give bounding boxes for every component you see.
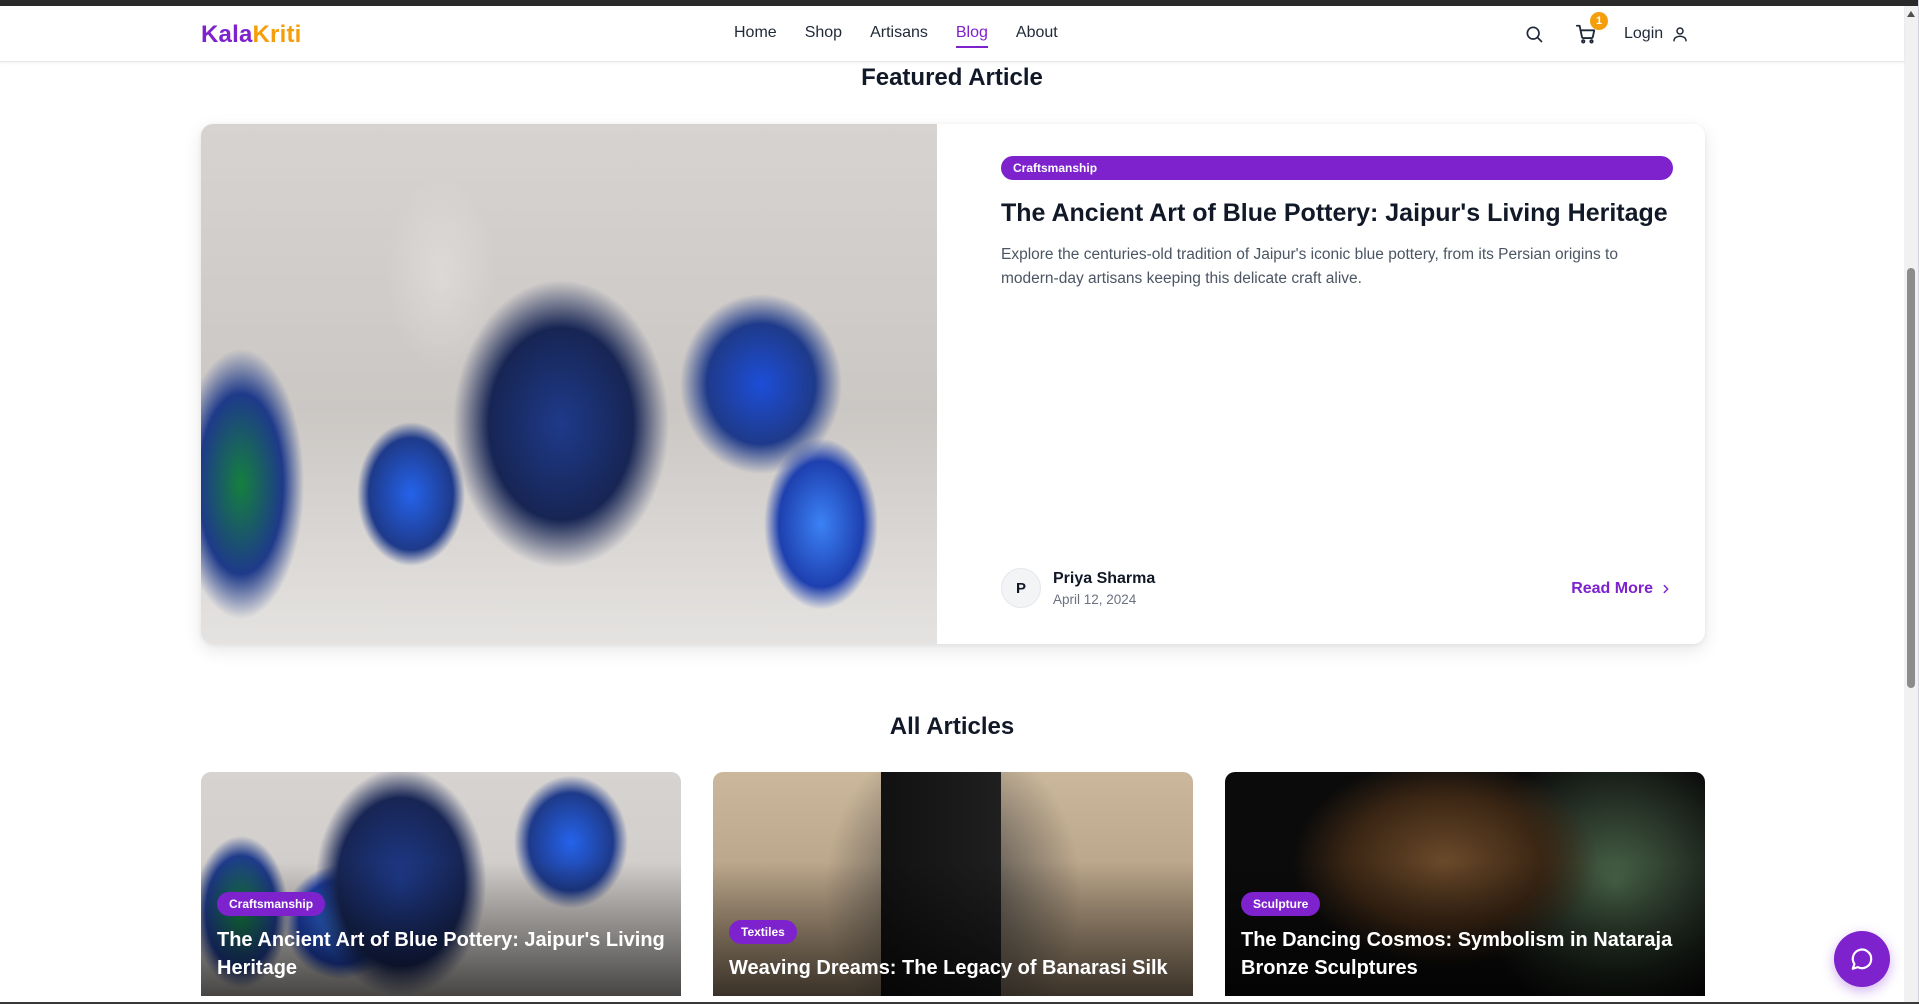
logo-part-kriti: Kriti xyxy=(252,21,302,48)
author-info: P Priya Sharma April 12, 2024 xyxy=(1001,568,1155,608)
article-card[interactable]: Sculpture The Dancing Cosmos: Symbolism … xyxy=(1225,772,1705,996)
category-badge: Sculpture xyxy=(1241,892,1321,916)
featured-article-image xyxy=(201,124,937,644)
chevron-up-icon xyxy=(1907,11,1915,17)
publish-date: April 12, 2024 xyxy=(1053,591,1137,607)
header-actions: 1 Login xyxy=(1520,12,1689,48)
avatar: P xyxy=(1001,568,1041,608)
chat-icon xyxy=(1851,948,1873,970)
author-name: Priya Sharma xyxy=(1053,569,1156,587)
logo-part-kala: Kala xyxy=(201,21,253,48)
category-badge: Craftsmanship xyxy=(217,892,326,916)
article-card-title: The Dancing Cosmos: Symbolism in Nataraj… xyxy=(1241,929,1673,979)
cart-button[interactable]: 1 xyxy=(1572,12,1608,48)
article-card-title: Weaving Dreams: The Legacy of Banarasi S… xyxy=(729,957,1168,979)
nav-blog[interactable]: Blog xyxy=(955,24,988,48)
site-header: KalaKriti Home Shop Artisans Blog About … xyxy=(0,6,1904,62)
page-scrollbar[interactable] xyxy=(1904,6,1918,1002)
chevron-right-icon xyxy=(1663,584,1669,594)
featured-section-title: Featured Article xyxy=(861,64,1043,91)
login-button[interactable]: Login xyxy=(1624,25,1689,43)
article-card-title: The Ancient Art of Blue Pottery: Jaipur'… xyxy=(217,929,665,979)
featured-article-title[interactable]: The Ancient Art of Blue Pottery: Jaipur'… xyxy=(1001,198,1673,229)
chat-button[interactable] xyxy=(1834,931,1890,987)
featured-article-description: Explore the centuries-old tradition of J… xyxy=(1001,246,1618,288)
nav-home[interactable]: Home xyxy=(734,24,777,42)
nav-shop[interactable]: Shop xyxy=(805,24,842,42)
nav-about[interactable]: About xyxy=(1016,24,1058,42)
category-badge: Craftsmanship xyxy=(1001,156,1673,180)
search-icon xyxy=(1526,26,1543,43)
featured-article-body: Craftsmanship The Ancient Art of Blue Po… xyxy=(1001,156,1673,626)
search-button[interactable] xyxy=(1520,20,1548,48)
read-more-link[interactable]: Read More xyxy=(1571,580,1673,598)
category-badge: Textiles xyxy=(729,920,797,944)
nav-artisans[interactable]: Artisans xyxy=(870,24,928,42)
site-logo[interactable]: KalaKriti xyxy=(201,21,302,49)
blog-page: KalaKriti Home Shop Artisans Blog About … xyxy=(0,0,1919,1004)
cart-count-badge: 1 xyxy=(1590,12,1608,30)
article-card[interactable]: Textiles Weaving Dreams: The Legacy of B… xyxy=(713,772,1193,996)
scroll-up-arrow[interactable] xyxy=(1904,6,1918,22)
login-label: Login xyxy=(1624,25,1664,42)
main-nav: Home Shop Artisans Blog About xyxy=(734,24,1058,48)
featured-article-card[interactable]: Craftsmanship The Ancient Art of Blue Po… xyxy=(201,124,1705,644)
all-articles-title: All Articles xyxy=(889,713,1015,740)
read-more-label: Read More xyxy=(1571,580,1653,597)
scrollbar-thumb[interactable] xyxy=(1907,268,1915,688)
user-icon xyxy=(1673,27,1687,42)
article-card[interactable]: Craftsmanship The Ancient Art of Blue Po… xyxy=(201,772,681,996)
